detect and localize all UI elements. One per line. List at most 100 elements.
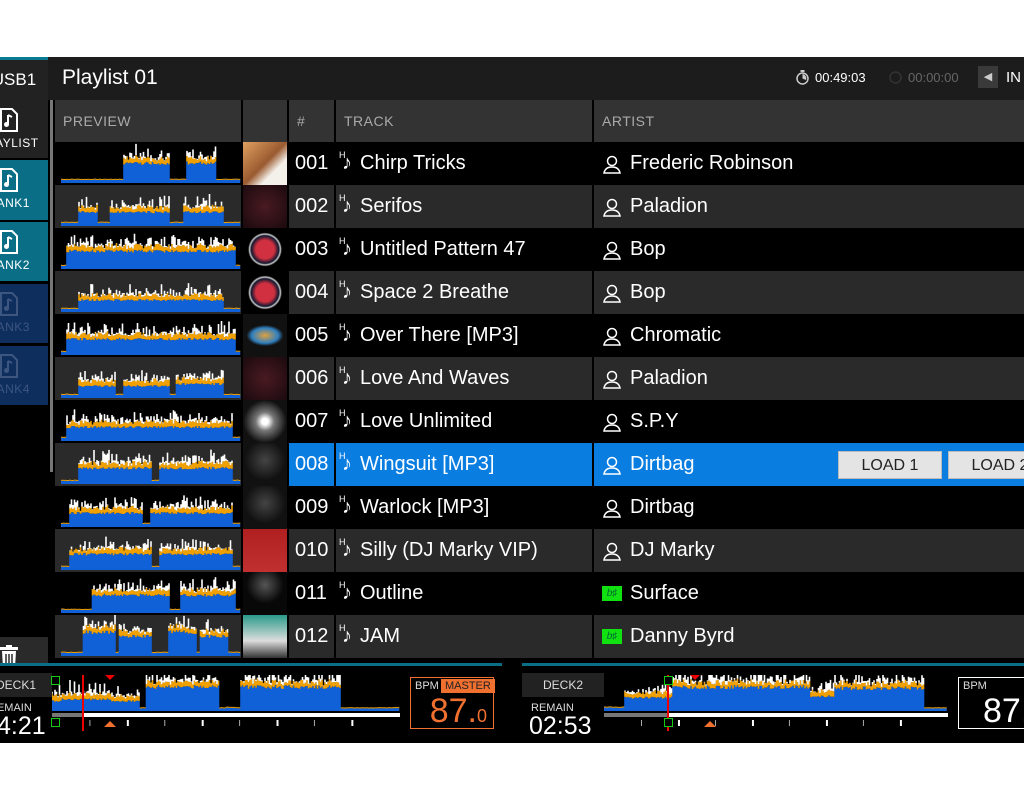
- master-badge[interactable]: MASTER: [441, 679, 495, 693]
- table-row[interactable]: 007 H ♪ Love Unlimited S.P.Y: [55, 400, 1024, 443]
- track-title-cell: H ♪ Love Unlimited: [336, 400, 594, 443]
- triangle-left-icon: ◀: [983, 71, 993, 83]
- column-header-track[interactable]: TRACK: [336, 100, 594, 142]
- track-title-cell: H ♪ Serifos: [336, 185, 594, 228]
- artist-name: DJ Marky: [630, 539, 715, 561]
- sidebar-item-playlist[interactable]: PLAYLIST: [0, 100, 48, 158]
- table-row[interactable]: 002 H ♪ Serifos Paladion: [55, 185, 1024, 228]
- deck-divider: [522, 663, 1024, 666]
- table-row[interactable]: 012 H ♪ JAM b♯ Danny Byrd: [55, 615, 1024, 658]
- artist-name: Chromatic: [630, 324, 722, 346]
- table-row[interactable]: 001 H ♪ Chirp Tricks Frederic Robinson: [55, 142, 1024, 185]
- waveform-low: [61, 249, 241, 269]
- preview-waveform: [61, 449, 241, 484]
- sidebar-item-bank2[interactable]: BANK2: [0, 222, 48, 281]
- hot-cue-bottom-icon: [51, 718, 60, 727]
- preview-cell[interactable]: [55, 486, 243, 529]
- person-icon: [603, 413, 621, 432]
- track-title-cell: H ♪ Love And Waves: [336, 357, 594, 400]
- info-button[interactable]: IN: [1006, 69, 1021, 86]
- load-deck1-button[interactable]: LOAD 1: [838, 451, 942, 479]
- deck-waveform[interactable]: [604, 675, 948, 733]
- sidebar-item-bank4[interactable]: BANK4: [0, 346, 48, 405]
- preview-cell[interactable]: [55, 142, 243, 185]
- person-icon: [603, 198, 621, 217]
- table-header: PREVIEW # TRACK ARTIST: [55, 100, 1024, 142]
- table-row[interactable]: 003 H ♪ Untitled Pattern 47 Bop: [55, 228, 1024, 271]
- track-note-icon: H ♪: [339, 236, 352, 260]
- artist-name: Bop: [630, 281, 666, 303]
- artwork-thumbnail: [243, 142, 289, 185]
- column-header-number[interactable]: #: [289, 100, 336, 142]
- preview-cell[interactable]: [55, 271, 243, 314]
- preview-waveform: [61, 495, 241, 527]
- preview-cell[interactable]: [55, 228, 243, 271]
- table-row[interactable]: 011 H ♪ Outline b♯ Surface: [55, 572, 1024, 615]
- back-button[interactable]: ◀: [978, 66, 998, 88]
- beat-tick: [714, 720, 716, 726]
- person-icon: [603, 499, 621, 518]
- deck-waveform[interactable]: [52, 675, 400, 733]
- table-row[interactable]: 005 H ♪ Over There [MP3] Chromatic: [55, 314, 1024, 357]
- artwork-thumbnail: [243, 443, 289, 486]
- preview-cell[interactable]: [55, 529, 243, 572]
- progress-track[interactable]: [52, 713, 400, 717]
- track-title-cell: H ♪ Silly (DJ Marky VIP): [336, 529, 594, 572]
- top-bar: USB1 Playlist 01 00:49:03 00:00:00 ◀ IN: [0, 57, 1024, 100]
- preview-cell[interactable]: [55, 357, 243, 400]
- table-row[interactable]: 010 H ♪ Silly (DJ Marky VIP) DJ Marky: [55, 529, 1024, 572]
- artwork-thumbnail: [243, 529, 289, 572]
- column-header-preview[interactable]: PREVIEW: [55, 100, 243, 142]
- column-header-artist[interactable]: ARTIST: [594, 100, 1024, 142]
- artist-name: Danny Byrd: [630, 625, 735, 647]
- artist-cell: Frederic Robinson: [594, 142, 1024, 185]
- track-title: Chirp Tricks: [360, 152, 466, 174]
- beat-tick: [201, 720, 204, 726]
- artist-cell: b♯ Surface: [594, 572, 1024, 615]
- person-icon: [603, 542, 621, 561]
- preview-cell[interactable]: [55, 185, 243, 228]
- table-row[interactable]: 009 H ♪ Warlock [MP3] Dirtbag: [55, 486, 1024, 529]
- waveform-low: [61, 299, 241, 312]
- remaining-time: 02:53: [529, 712, 592, 740]
- waveform-low: [61, 466, 241, 484]
- sidebar-item-label: BANK3: [0, 320, 30, 334]
- preview-waveform: [61, 369, 241, 398]
- track-title: JAM: [360, 625, 400, 647]
- load-deck2-button[interactable]: LOAD 2: [948, 451, 1024, 479]
- sidebar-scrollbar[interactable]: [50, 100, 53, 472]
- beat-tick: [351, 720, 354, 726]
- progress-played: [604, 713, 668, 717]
- sidebar-item-bank1[interactable]: BANK1: [0, 160, 48, 220]
- track-note-icon: H ♪: [339, 279, 352, 303]
- preview-cell[interactable]: [55, 572, 243, 615]
- track-title: Untitled Pattern 47: [360, 238, 526, 260]
- track-title-cell: H ♪ JAM: [336, 615, 594, 658]
- person-icon: [603, 370, 621, 389]
- track-number: 010: [289, 529, 336, 572]
- table-row[interactable]: 004 H ♪ Space 2 Breathe Bop: [55, 271, 1024, 314]
- track-title: Love And Waves: [360, 367, 510, 389]
- artist-name: Frederic Robinson: [630, 152, 794, 174]
- track-title-cell: H ♪ Wingsuit [MP3]: [336, 443, 594, 486]
- artwork-thumbnail: [243, 615, 289, 658]
- preview-cell[interactable]: [55, 615, 243, 658]
- waveform-low: [61, 425, 241, 441]
- preview-cell[interactable]: [55, 443, 243, 486]
- preview-cell[interactable]: [55, 400, 243, 443]
- table-row[interactable]: 006 H ♪ Love And Waves Paladion: [55, 357, 1024, 400]
- person-icon: [603, 241, 621, 260]
- track-title: Wingsuit [MP3]: [360, 453, 495, 475]
- track-note-icon: H ♪: [339, 494, 352, 518]
- table-row[interactable]: 008 H ♪ Wingsuit [MP3] Dirtbag LOAD 1 LOAD 2: [55, 443, 1024, 486]
- beat-tick: [239, 720, 241, 726]
- artist-cell: Dirtbag: [594, 486, 1024, 529]
- source-usb1-button[interactable]: USB1: [0, 57, 48, 100]
- artist-cell: S.P.Y: [594, 400, 1024, 443]
- bpm-display: BPM MASTER 87.0: [410, 677, 495, 730]
- preview-cell[interactable]: [55, 314, 243, 357]
- waveform-low: [61, 552, 241, 570]
- deck-label: DECK1: [0, 673, 52, 697]
- sidebar-item-bank3[interactable]: BANK3: [0, 284, 48, 343]
- bpm-decimal: 0: [476, 706, 487, 726]
